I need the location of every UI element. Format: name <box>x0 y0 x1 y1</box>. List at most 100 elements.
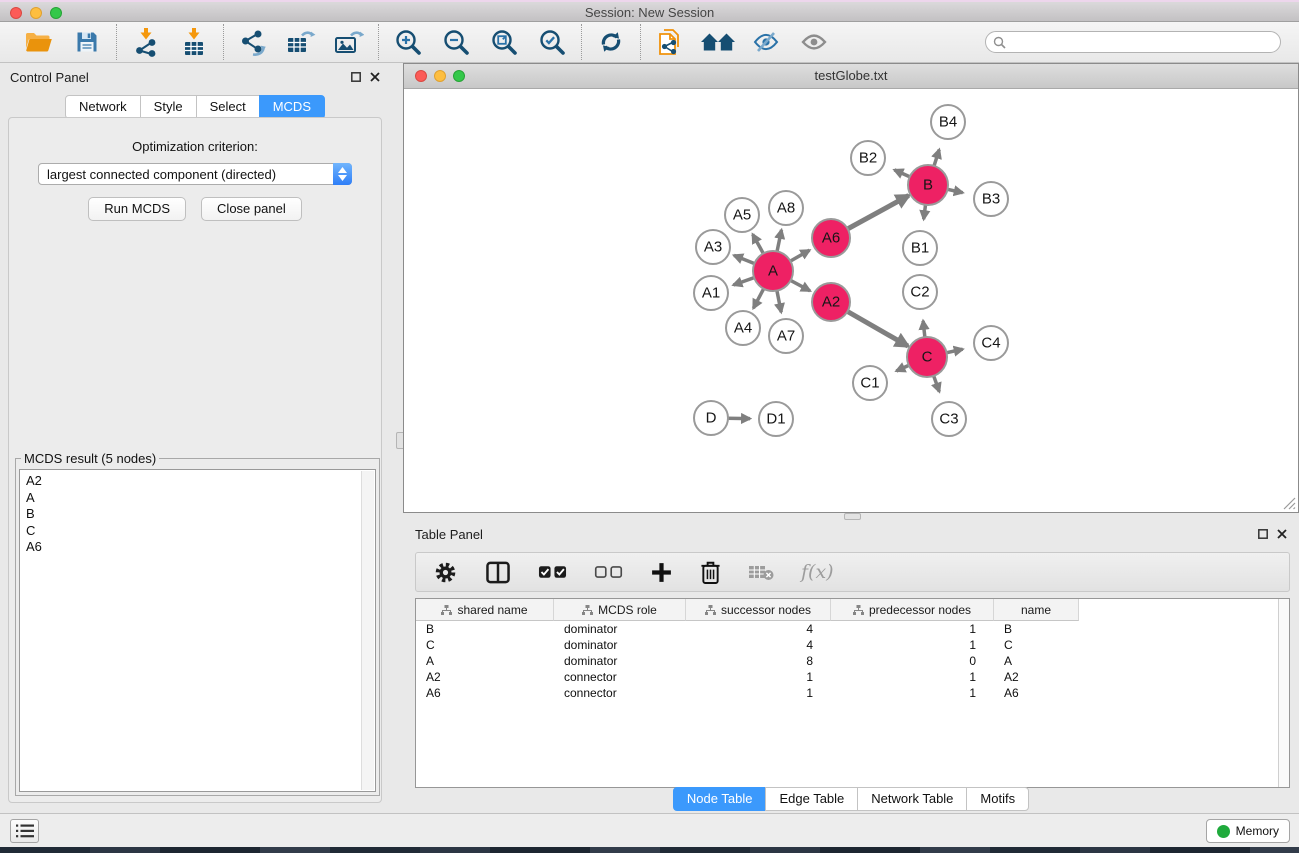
graph-node-A8[interactable]: A8 <box>769 191 803 225</box>
table-cell: 1 <box>831 637 994 653</box>
column-header-predecessor-nodes[interactable]: predecessor nodes <box>831 599 994 621</box>
export-table-icon[interactable] <box>283 26 319 58</box>
deselect-all-icon[interactable] <box>594 564 623 580</box>
graph-node-A2[interactable]: A2 <box>812 283 850 321</box>
table-cell: dominator <box>554 653 686 669</box>
minimize-network-button[interactable] <box>434 70 446 82</box>
import-network-icon[interactable] <box>128 26 164 58</box>
delete-table-icon[interactable] <box>748 563 774 581</box>
result-item[interactable]: A <box>26 490 369 507</box>
export-image-icon[interactable] <box>331 26 367 58</box>
zoom-fit-icon[interactable] <box>486 26 522 58</box>
search-input[interactable] <box>1011 35 1273 49</box>
graph-node-C4[interactable]: C4 <box>974 326 1008 360</box>
table-row[interactable]: Adominator80A <box>416 653 1289 669</box>
select-all-icon[interactable] <box>538 564 567 580</box>
open-session-file-icon[interactable] <box>652 26 688 58</box>
graph-node-B2[interactable]: B2 <box>851 141 885 175</box>
close-panel-button[interactable]: Close panel <box>201 197 302 221</box>
column-header-MCDS-role[interactable]: MCDS role <box>554 599 686 621</box>
window-resize-handle[interactable] <box>1283 497 1296 510</box>
zoom-selected-icon[interactable] <box>534 26 570 58</box>
graph-node-A1[interactable]: A1 <box>694 276 728 310</box>
delete-row-icon[interactable] <box>700 560 721 585</box>
float-panel-icon[interactable] <box>351 72 361 82</box>
graph-node-B[interactable]: B <box>908 165 948 205</box>
graph-node-C1[interactable]: C1 <box>853 366 887 400</box>
tab-network-table[interactable]: Network Table <box>857 787 967 811</box>
graph-node-B4[interactable]: B4 <box>931 105 965 139</box>
table-row[interactable]: Bdominator41B <box>416 621 1289 637</box>
close-table-panel-icon[interactable] <box>1277 529 1287 539</box>
table-panel-title: Table Panel <box>415 527 483 542</box>
memory-status-icon <box>1217 825 1230 838</box>
zoom-in-icon[interactable] <box>390 26 426 58</box>
horizontal-splitter-grip[interactable] <box>844 513 861 520</box>
table-row[interactable]: A2connector11A2 <box>416 669 1289 685</box>
graph-node-A[interactable]: A <box>753 251 793 291</box>
network-graph: A A2 A6 B C A1 A3 A4 A5 A7 A8 B1 B2 B3 B4 C1 C2 C3 C4 D D1 <box>404 89 1298 512</box>
result-item[interactable]: B <box>26 506 369 523</box>
graph-node-A6[interactable]: A6 <box>812 219 850 257</box>
graph-node-B3[interactable]: B3 <box>974 182 1008 216</box>
tab-edge-table[interactable]: Edge Table <box>765 787 858 811</box>
tab-style[interactable]: Style <box>140 95 197 119</box>
function-builder-icon[interactable]: f(x) <box>801 561 834 583</box>
tab-node-table[interactable]: Node Table <box>673 787 767 811</box>
memory-button[interactable]: Memory <box>1206 819 1290 843</box>
column-header-name[interactable]: name <box>994 599 1079 621</box>
tab-mcds[interactable]: MCDS <box>259 95 325 119</box>
maximize-network-button[interactable] <box>453 70 465 82</box>
result-scrollbar[interactable] <box>361 471 374 790</box>
graph-node-D[interactable]: D <box>694 401 728 435</box>
graph-node-D1[interactable]: D1 <box>759 402 793 436</box>
column-type-icon <box>441 605 452 615</box>
graph-node-C[interactable]: C <box>907 337 947 377</box>
column-settings-icon[interactable] <box>433 560 458 585</box>
network-window-titlebar[interactable]: testGlobe.txt <box>404 64 1298 89</box>
tab-motifs[interactable]: Motifs <box>966 787 1029 811</box>
graph-node-B1[interactable]: B1 <box>903 231 937 265</box>
zoom-out-icon[interactable] <box>438 26 474 58</box>
close-network-button[interactable] <box>415 70 427 82</box>
result-item[interactable]: C <box>26 523 369 540</box>
result-item[interactable]: A6 <box>26 539 369 556</box>
export-network-icon[interactable] <box>235 26 271 58</box>
graph-node-A7[interactable]: A7 <box>769 319 803 353</box>
optimization-criterion-dropdown[interactable]: largest connected component (directed) <box>38 163 352 185</box>
table-scrollbar[interactable] <box>1278 599 1289 787</box>
save-session-icon[interactable] <box>69 26 105 58</box>
home-layout-icon[interactable] <box>700 26 736 58</box>
optimization-criterion-label: Optimization criterion: <box>9 139 381 154</box>
graph-node-C2[interactable]: C2 <box>903 275 937 309</box>
import-table-icon[interactable] <box>176 26 212 58</box>
tab-network[interactable]: Network <box>65 95 141 119</box>
add-row-icon[interactable] <box>650 561 673 584</box>
graph-node-A5[interactable]: A5 <box>725 198 759 232</box>
close-panel-icon[interactable] <box>370 72 380 82</box>
float-table-panel-icon[interactable] <box>1258 529 1268 539</box>
table-row[interactable]: A6connector11A6 <box>416 685 1289 701</box>
column-header-shared-name[interactable]: shared name <box>416 599 554 621</box>
column-type-icon <box>705 605 716 615</box>
hide-details-icon[interactable] <box>748 26 784 58</box>
graph-node-A4[interactable]: A4 <box>726 311 760 345</box>
column-header-successor-nodes[interactable]: successor nodes <box>686 599 831 621</box>
graph-node-A3[interactable]: A3 <box>696 230 730 264</box>
result-item[interactable]: A2 <box>26 473 369 490</box>
tab-select[interactable]: Select <box>196 95 260 119</box>
mcds-result-list[interactable]: A2ABCA6 <box>19 469 376 792</box>
task-history-button[interactable] <box>10 819 39 843</box>
network-canvas[interactable]: A A2 A6 B C A1 A3 A4 A5 A7 A8 B1 B2 B3 B4 C1 C2 C3 C4 D D1 <box>404 89 1298 512</box>
graph-node-C3[interactable]: C3 <box>932 402 966 436</box>
table-row[interactable]: Cdominator41C <box>416 637 1289 653</box>
show-graphics-icon[interactable] <box>796 26 832 58</box>
run-mcds-button[interactable]: Run MCDS <box>88 197 186 221</box>
show-columns-icon[interactable] <box>485 561 511 584</box>
list-icon <box>16 824 34 838</box>
table-toolbar: f(x) <box>415 552 1290 592</box>
refresh-layout-icon[interactable] <box>593 26 629 58</box>
table-cell: dominator <box>554 637 686 653</box>
table-cell: connector <box>554 669 686 685</box>
open-session-icon[interactable] <box>21 26 57 58</box>
